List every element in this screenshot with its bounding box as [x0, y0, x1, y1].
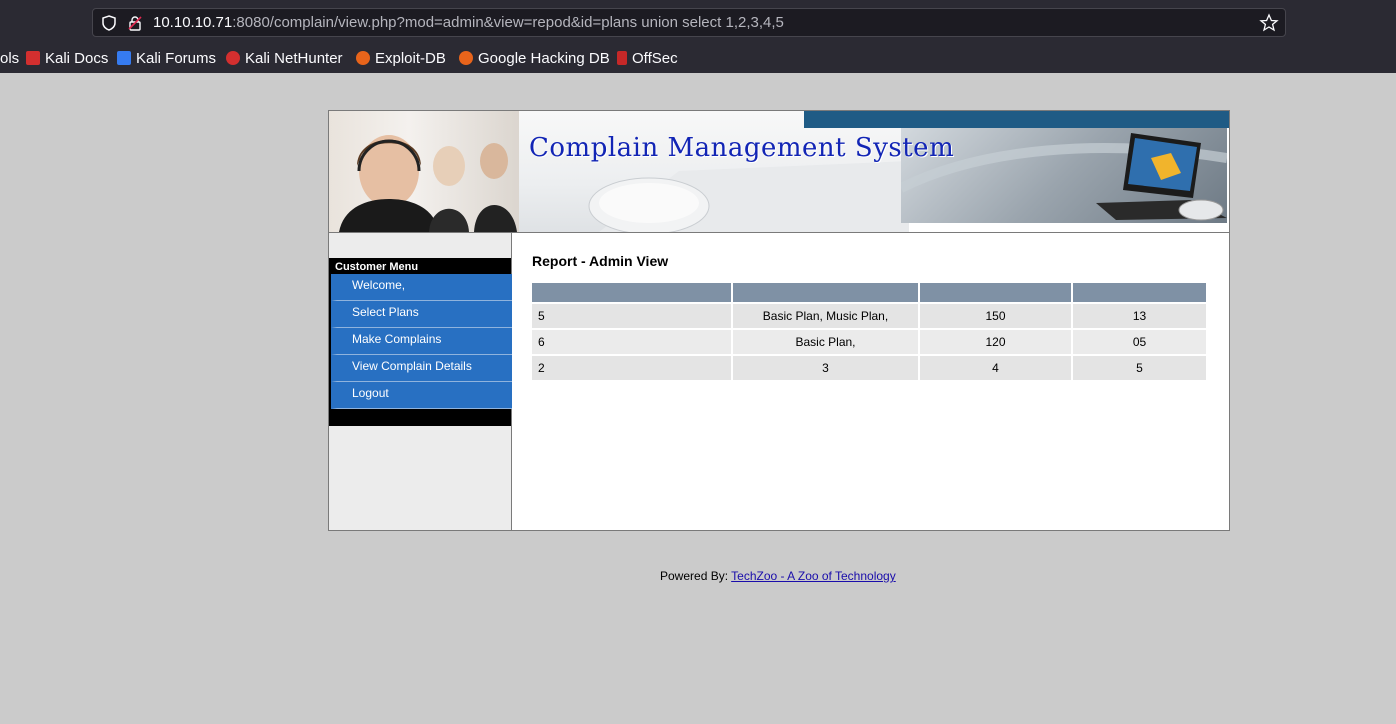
footer: Powered By: TechZoo - A Zoo of Technolog…	[660, 569, 896, 583]
bookmark-label: ols	[0, 49, 20, 67]
table-cell: 4	[919, 354, 1073, 380]
page-frame: Complain Management System Customer Menu…	[328, 110, 1230, 531]
table-cell: 13	[1072, 302, 1208, 329]
footer-powered-by: Powered By:	[660, 569, 732, 583]
table-row: 5 Basic Plan, Music Plan, 150 13	[532, 302, 1208, 329]
table-cell: 3	[732, 354, 920, 380]
bookmark-item-kali-forums[interactable]: Kali Forums	[117, 48, 216, 68]
bookmark-label: Kali Docs	[45, 49, 109, 67]
menu-item-logout[interactable]: Logout	[331, 382, 518, 409]
bookmark-item-offsec[interactable]: OffSec	[617, 48, 678, 68]
header-banner: Complain Management System	[329, 111, 1229, 233]
table-row: 2 3 4 5	[532, 354, 1208, 380]
table-cell: 2	[532, 354, 733, 380]
address-bar[interactable]: 10.10.10.71:8080/complain/view.php?mod=a…	[92, 8, 1286, 37]
table-header-cell	[532, 283, 733, 303]
table-cell: 120	[919, 328, 1073, 355]
bookmark-label: Google Hacking DB	[478, 49, 610, 67]
table-cell: 5	[532, 302, 733, 329]
ghdb-icon	[459, 51, 473, 65]
banner-people-image	[329, 111, 529, 232]
url-path: :8080/complain/view.php?mod=admin&view=r…	[232, 14, 784, 31]
table-cell: 6	[532, 328, 733, 355]
bookmark-star-icon[interactable]	[1259, 13, 1279, 33]
site-title: Complain Management System	[529, 133, 955, 163]
sidebar: Customer Menu Welcome, Select Plans Make…	[329, 233, 518, 530]
table-cell: Basic Plan, Music Plan,	[732, 302, 920, 329]
kali-forums-icon	[117, 51, 131, 65]
bookmark-label: OffSec	[632, 49, 678, 67]
table-header-cell	[919, 283, 1073, 303]
banner-keyboard-image	[519, 111, 909, 232]
offsec-icon	[617, 51, 627, 65]
url-host: 10.10.10.71	[153, 14, 233, 31]
kali-docs-icon	[26, 51, 40, 65]
table-cell: 5	[1072, 354, 1208, 380]
bookmarks-toolbar: ols Kali Docs Kali Forums Kali NetHunter…	[0, 44, 1396, 72]
bookmark-item-tools[interactable]: ols	[0, 48, 19, 68]
customer-menu-heading: Customer Menu	[335, 261, 419, 273]
banner-top-bar	[804, 111, 1229, 128]
exploit-db-icon	[356, 51, 370, 65]
footer-techzoo-link[interactable]: TechZoo - A Zoo of Technology	[731, 569, 896, 583]
bookmark-label: Kali NetHunter	[245, 49, 343, 67]
shield-icon[interactable]	[101, 15, 117, 31]
table-cell: Basic Plan,	[732, 328, 920, 355]
bookmark-label: Exploit-DB	[375, 49, 446, 67]
bookmark-item-ghdb[interactable]: Google Hacking DB	[459, 48, 610, 68]
bookmark-item-kali-nethunter[interactable]: Kali NetHunter	[226, 48, 343, 68]
customer-menu-list: Welcome, Select Plans Make Complains Vie…	[331, 274, 518, 409]
table-header-cell	[732, 283, 920, 303]
table-header-row	[532, 283, 1208, 303]
menu-item-make-complains[interactable]: Make Complains	[331, 328, 518, 355]
bookmark-item-exploit-db[interactable]: Exploit-DB	[356, 48, 446, 68]
kali-nethunter-icon	[226, 51, 240, 65]
main-content: Report - Admin View 5 Basic Plan, Music …	[512, 233, 1229, 530]
table-header-cell	[1072, 283, 1208, 303]
report-table: 5 Basic Plan, Music Plan, 150 13 6 Basic…	[532, 283, 1208, 380]
page-title: Report - Admin View	[532, 253, 669, 269]
url-text[interactable]: 10.10.10.71:8080/complain/view.php?mod=a…	[153, 14, 784, 31]
menu-item-view-complain-details[interactable]: View Complain Details	[331, 355, 518, 382]
table-cell: 150	[919, 302, 1073, 329]
menu-item-select-plans[interactable]: Select Plans	[331, 301, 518, 328]
customer-menu: Customer Menu Welcome, Select Plans Make…	[329, 258, 518, 426]
insecure-lock-icon[interactable]	[127, 15, 143, 31]
table-row: 6 Basic Plan, 120 05	[532, 328, 1208, 355]
table-cell: 05	[1072, 328, 1208, 355]
browser-chrome: 10.10.10.71:8080/complain/view.php?mod=a…	[0, 0, 1396, 73]
bookmark-item-kali-docs[interactable]: Kali Docs	[26, 48, 108, 68]
menu-item-welcome[interactable]: Welcome,	[331, 274, 518, 301]
bookmark-label: Kali Forums	[136, 49, 217, 67]
